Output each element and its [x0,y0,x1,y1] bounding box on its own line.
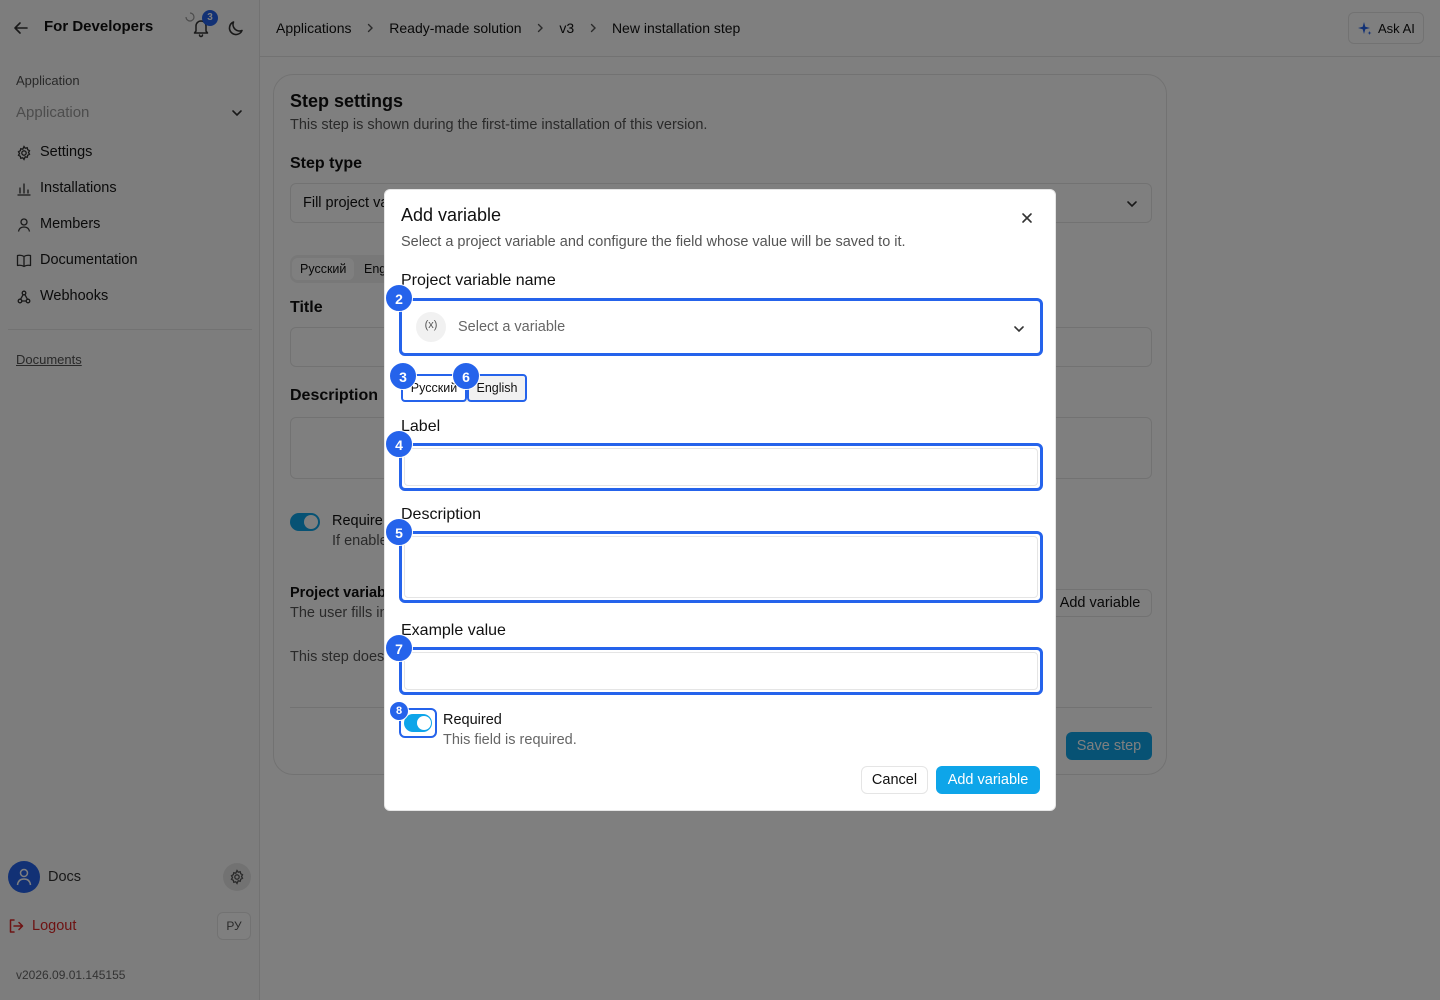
chevron-down-icon [1014,326,1024,333]
dialog-subtitle: Select a project variable and configure … [401,234,906,250]
label-input[interactable] [404,448,1038,486]
add-variable-submit-button[interactable]: Add variable [936,766,1040,794]
marker-badge: 6 [452,362,480,390]
variable-icon-glyph: (x) [424,319,438,331]
marker-badge: 2 [385,284,413,312]
variable-select[interactable]: (x) Select a variable [399,298,1043,356]
marker-badge: 4 [385,430,413,458]
example-field [399,647,1043,695]
dialog-title: Add variable [401,205,502,225]
example-value-input[interactable] [404,652,1038,690]
required-switch-label: Required [443,712,502,728]
close-icon[interactable] [1019,210,1035,226]
add-variable-dialog: Add variable Select a project variable a… [384,189,1056,811]
variable-icon: (x) [416,312,446,342]
marker-badge: 8 [389,701,409,721]
description-field [399,531,1043,603]
description-input[interactable] [404,536,1038,598]
description-field-label: Description [401,506,482,523]
example-field-label: Example value [401,622,506,639]
required-switch-desc: This field is required. [443,732,577,748]
marker-badge: 3 [389,362,417,390]
label-field [399,443,1043,491]
variable-name-label: Project variable name [401,272,556,289]
cancel-button[interactable]: Cancel [861,766,928,794]
switch-knob [417,716,431,730]
variable-select-placeholder: Select a variable [458,319,566,335]
marker-badge: 7 [385,634,413,662]
switch-track [404,714,432,732]
marker-badge: 5 [385,518,413,546]
